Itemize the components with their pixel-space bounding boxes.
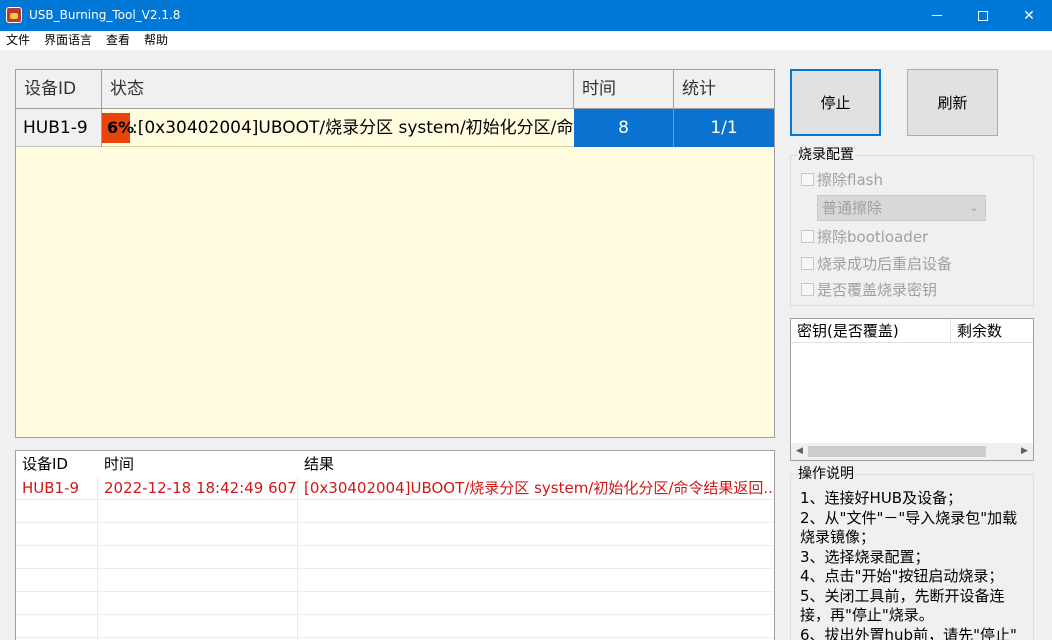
chevron-down-icon: ⌄ [969, 201, 979, 214]
instruction-line: 2、从"文件"－"导入烧录包"加载 [800, 508, 1018, 527]
log-gridline [16, 522, 774, 523]
device-row[interactable]: HUB1-9 6% :[0x30402004]UBOOT/烧录分区 system… [16, 109, 774, 147]
instruction-line: 接，再"停止"烧录。 [800, 606, 934, 624]
log-device-id: HUB1-9 [22, 479, 80, 497]
erase-bootloader-label: 擦除bootloader [817, 227, 929, 246]
erase-bootloader-checkbox[interactable]: 擦除bootloader [801, 226, 928, 246]
overwrite-key-checkbox[interactable]: 是否覆盖烧录密钥 [801, 279, 937, 299]
log-gridline [16, 591, 774, 592]
scroll-left-icon[interactable]: ◀ [791, 443, 808, 460]
log-gridline [16, 545, 774, 546]
status-text: :[0x30402004]UBOOT/烧录分区 system/初始化分区/命 [132, 118, 574, 138]
checkbox-icon [801, 172, 814, 186]
key-list[interactable]: 密钥(是否覆盖) 剩余数 ◀ ▶ [790, 318, 1034, 461]
menu-view[interactable]: 查看 [106, 33, 130, 48]
log-col-result[interactable]: 结果 [298, 451, 774, 476]
scroll-right-icon[interactable]: ▶ [1016, 443, 1033, 460]
burn-config-title: 烧录配置 [797, 147, 855, 163]
erase-flash-label: 擦除flash [817, 170, 883, 189]
checkbox-icon [801, 282, 814, 296]
col-status[interactable]: 状态 [102, 70, 574, 109]
burn-config-group: 烧录配置 擦除flash 普通擦除 ⌄ 擦除bootloader 烧录成功后重启… [790, 147, 1034, 306]
menu-help[interactable]: 帮助 [144, 33, 168, 48]
erase-flash-checkbox[interactable]: 擦除flash [801, 169, 883, 189]
key-list-header: 密钥(是否覆盖) 剩余数 [791, 319, 1033, 343]
log-gridline [16, 614, 774, 615]
log-divider [297, 476, 298, 640]
log-gridline [16, 637, 774, 638]
status-cell: 6% :[0x30402004]UBOOT/烧录分区 system/初始化分区/… [102, 109, 574, 147]
stop-button[interactable]: 停止 [790, 69, 881, 136]
instruction-line: 1、连接好HUB及设备； [800, 489, 963, 507]
menu-bar: 文件 界面语言 查看 帮助 [0, 31, 1052, 50]
device-grid[interactable]: 设备ID 状态 时间 统计 HUB1-9 6% :[0x30402004]UBO… [15, 69, 775, 438]
time-cell: 8 [574, 109, 674, 147]
col-remaining[interactable]: 剩余数 [951, 319, 1033, 343]
close-icon: ✕ [1023, 7, 1035, 24]
progress-percent: 6% [107, 118, 135, 137]
maximize-button[interactable] [960, 0, 1006, 31]
log-gridline [16, 568, 774, 569]
instructions-title: 操作说明 [797, 466, 855, 482]
log-time: 2022-12-18 18:42:49 607 [104, 479, 297, 497]
log-col-device-id[interactable]: 设备ID [16, 451, 98, 476]
col-device-id[interactable]: 设备ID [16, 70, 102, 109]
count-cell: 1/1 [674, 109, 774, 147]
log-result: [0x30402004]UBOOT/烧录分区 system/初始化分区/命令结果… [304, 479, 774, 497]
reboot-after-label: 烧录成功后重启设备 [817, 254, 953, 273]
log-col-time[interactable]: 时间 [98, 451, 298, 476]
title-bar: USB_Burning_Tool_V2.1.8 ✕ [0, 0, 1052, 31]
instruction-line: 6、拔出外置hub前，请先"停止" [800, 625, 1017, 640]
instruction-line: 5、关闭工具前，先断开设备连 [800, 586, 1005, 605]
instruction-line: 4、点击"开始"按钮启动烧录； [800, 567, 1004, 585]
instructions-body: 1、连接好HUB及设备； 2、从"文件"－"导入烧录包"加载 烧录镜像； 3、选… [800, 489, 1032, 640]
erase-mode-value: 普通擦除 [822, 199, 883, 217]
app-icon [6, 7, 22, 23]
log-divider [97, 476, 98, 640]
window-title: USB_Burning_Tool_V2.1.8 [29, 8, 181, 22]
col-count[interactable]: 统计 [674, 70, 774, 109]
col-key[interactable]: 密钥(是否覆盖) [791, 319, 951, 343]
checkbox-icon [801, 256, 814, 270]
overwrite-key-label: 是否覆盖烧录密钥 [817, 280, 938, 299]
instruction-line: 烧录镜像； [800, 528, 876, 546]
menu-file[interactable]: 文件 [6, 33, 30, 48]
instruction-line: 3、选择烧录配置； [800, 547, 930, 566]
scrollbar-thumb[interactable] [808, 446, 986, 457]
close-button[interactable]: ✕ [1006, 0, 1052, 31]
log-row[interactable]: HUB1-9 2022-12-18 18:42:49 607 [0x304020… [16, 476, 774, 500]
device-id-cell: HUB1-9 [16, 109, 102, 147]
refresh-button[interactable]: 刷新 [907, 69, 998, 136]
instructions-group: 操作说明 1、连接好HUB及设备； 2、从"文件"－"导入烧录包"加载 烧录镜像… [790, 466, 1034, 640]
col-time[interactable]: 时间 [574, 70, 674, 109]
minimize-button[interactable] [914, 0, 960, 31]
maximize-icon [978, 10, 988, 21]
log-table[interactable]: 设备ID 时间 结果 HUB1-9 2022-12-18 18:42:49 60… [15, 450, 775, 640]
erase-mode-select[interactable]: 普通擦除 ⌄ [817, 195, 986, 221]
checkbox-icon [801, 229, 814, 243]
minimize-icon [932, 15, 942, 16]
grid-header: 设备ID 状态 时间 统计 [16, 70, 774, 109]
horizontal-scrollbar[interactable]: ◀ ▶ [791, 443, 1033, 460]
reboot-after-checkbox[interactable]: 烧录成功后重启设备 [801, 253, 952, 273]
log-header: 设备ID 时间 结果 [16, 451, 774, 476]
menu-language[interactable]: 界面语言 [44, 33, 92, 48]
